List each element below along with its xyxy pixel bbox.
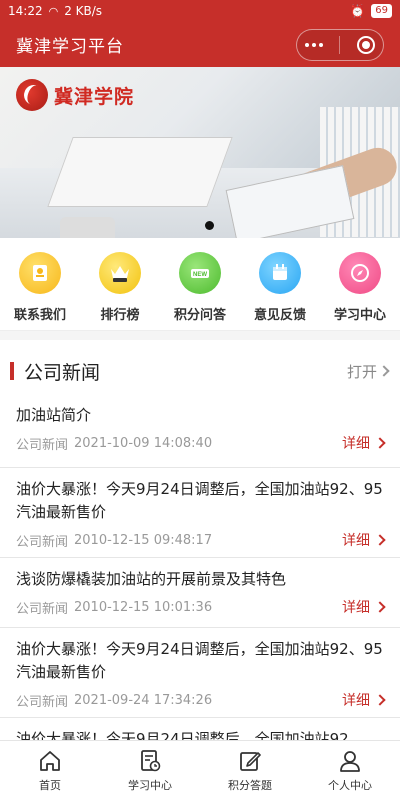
tab-label: 积分答题 bbox=[228, 779, 272, 792]
quick-item-ranking[interactable]: 排行榜 bbox=[80, 238, 160, 330]
page-title: 冀津学习平台 bbox=[16, 37, 124, 57]
detail-label: 详细 bbox=[342, 693, 370, 709]
quick-item-contact[interactable]: 联系我们 bbox=[0, 238, 80, 330]
alarm-icon: ⏰ bbox=[350, 4, 366, 18]
chevron-right-icon bbox=[374, 694, 386, 706]
news-section-title: 公司新闻 bbox=[24, 361, 101, 384]
quick-item-feedback[interactable]: 意见反馈 bbox=[240, 238, 320, 330]
open-news-link[interactable]: 打开 bbox=[346, 361, 390, 382]
news-list: 加油站简介 公司新闻 2021-10-09 14:08:40 详细 油价大暴涨！… bbox=[0, 402, 400, 751]
logo-text: 冀津学院 bbox=[54, 85, 135, 108]
quick-item-label: 学习中心 bbox=[333, 308, 386, 323]
capsule-divider bbox=[339, 35, 341, 54]
news-time: 2010-12-15 09:48:17 bbox=[74, 532, 213, 548]
banner-logo: 冀津学院 bbox=[16, 79, 134, 111]
news-item[interactable]: 油价大暴涨！今天9月24日调整后，全国加油站92、95汽油最新售价 公司新闻 2… bbox=[0, 468, 400, 558]
banner-carousel[interactable]: 冀津学院 bbox=[0, 67, 400, 238]
news-title: 油价大暴涨！今天9月24日调整后，全国加油站92、95汽油最新售价 bbox=[16, 640, 383, 681]
quick-item-study[interactable]: 学习中心 bbox=[320, 238, 400, 330]
quick-item-qa[interactable]: NEW 积分问答 bbox=[160, 238, 240, 330]
battery-indicator: 69 bbox=[371, 4, 392, 18]
section-divider bbox=[0, 330, 400, 340]
network-speed: 2 KB/s bbox=[64, 4, 103, 18]
quick-item-label: 排行榜 bbox=[100, 308, 140, 323]
calendar-icon bbox=[259, 252, 301, 294]
tab-study-center[interactable]: 学习中心 bbox=[100, 741, 200, 800]
news-time: 2021-10-09 14:08:40 bbox=[74, 435, 213, 451]
edit-icon bbox=[240, 752, 261, 771]
tab-home[interactable]: 首页 bbox=[0, 741, 100, 800]
study-record-icon bbox=[141, 750, 161, 772]
quick-item-label: 联系我们 bbox=[13, 308, 66, 323]
quick-item-label: 意见反馈 bbox=[253, 308, 306, 323]
svg-text:NEW: NEW bbox=[193, 272, 207, 278]
tab-label: 个人中心 bbox=[328, 779, 372, 792]
banner-pen-cup bbox=[60, 217, 115, 238]
close-miniprogram-icon[interactable] bbox=[356, 35, 375, 54]
chevron-right-icon bbox=[374, 534, 386, 546]
news-item[interactable]: 加油站简介 公司新闻 2021-10-09 14:08:40 详细 bbox=[0, 402, 400, 468]
news-time: 2021-09-24 17:34:26 bbox=[74, 692, 213, 708]
detail-link[interactable]: 详细 bbox=[342, 597, 386, 617]
news-category: 公司新闻 bbox=[16, 534, 69, 550]
banner-laptop bbox=[47, 137, 233, 207]
section-marker bbox=[10, 362, 14, 380]
news-item[interactable]: 油价大暴涨！今天9月24日调整后，全国加油站92、95汽油最新售价 公司新闻 2… bbox=[0, 628, 400, 718]
detail-link[interactable]: 详细 bbox=[342, 530, 386, 550]
tab-label: 学习中心 bbox=[128, 779, 172, 792]
home-icon bbox=[40, 751, 60, 771]
chevron-right-icon bbox=[378, 365, 390, 377]
carousel-indicator[interactable] bbox=[205, 221, 214, 230]
news-category: 公司新闻 bbox=[16, 601, 69, 617]
tab-label: 首页 bbox=[39, 779, 61, 792]
chevron-right-icon bbox=[374, 601, 386, 613]
chevron-right-icon bbox=[374, 437, 386, 449]
detail-label: 详细 bbox=[342, 436, 370, 452]
news-title: 浅谈防爆橇装加油站的开展前景及其特色 bbox=[16, 570, 287, 588]
news-category: 公司新闻 bbox=[16, 694, 69, 710]
user-icon bbox=[340, 751, 360, 772]
open-label: 打开 bbox=[346, 362, 377, 381]
news-category: 公司新闻 bbox=[16, 437, 69, 453]
wifi-icon: ◠ bbox=[48, 4, 59, 18]
bottom-tab-bar: 首页 学习中心 积分答题 个人中心 bbox=[0, 740, 400, 800]
news-title: 加油站简介 bbox=[16, 406, 92, 424]
status-bar: 14:22 ◠ 2 KB/s ⏰ 69 bbox=[0, 0, 400, 22]
logo-icon bbox=[16, 79, 48, 111]
more-icon[interactable] bbox=[305, 42, 324, 47]
news-title: 油价大暴涨！今天9月24日调整后，全国加油站92、95汽油最新售价 bbox=[16, 480, 383, 521]
crown-vip-icon bbox=[99, 252, 141, 294]
detail-label: 详细 bbox=[342, 533, 370, 549]
news-item[interactable]: 浅谈防爆橇装加油站的开展前景及其特色 公司新闻 2010-12-15 10:01… bbox=[0, 558, 400, 628]
contact-icon bbox=[19, 252, 61, 294]
detail-link[interactable]: 详细 bbox=[342, 433, 386, 453]
new-badge-icon: NEW bbox=[179, 252, 221, 294]
news-section-header: 公司新闻 打开 bbox=[0, 340, 400, 402]
compass-icon bbox=[339, 252, 381, 294]
miniprogram-capsule bbox=[296, 28, 384, 61]
nav-bar: 冀津学习平台 bbox=[0, 22, 400, 67]
detail-link[interactable]: 详细 bbox=[342, 690, 386, 710]
news-time: 2010-12-15 10:01:36 bbox=[74, 599, 213, 615]
quick-item-label: 积分问答 bbox=[173, 308, 226, 323]
app-page: 14:22 ◠ 2 KB/s ⏰ 69 冀津学习平台 冀津学院 联系我们 排行榜… bbox=[0, 0, 400, 800]
quick-menu: 联系我们 排行榜 NEW 积分问答 意见反馈 学习中心 bbox=[0, 238, 400, 330]
detail-label: 详细 bbox=[342, 600, 370, 616]
tab-personal-center[interactable]: 个人中心 bbox=[300, 741, 400, 800]
status-time: 14:22 bbox=[8, 4, 43, 18]
tab-points-quiz[interactable]: 积分答题 bbox=[200, 741, 300, 800]
